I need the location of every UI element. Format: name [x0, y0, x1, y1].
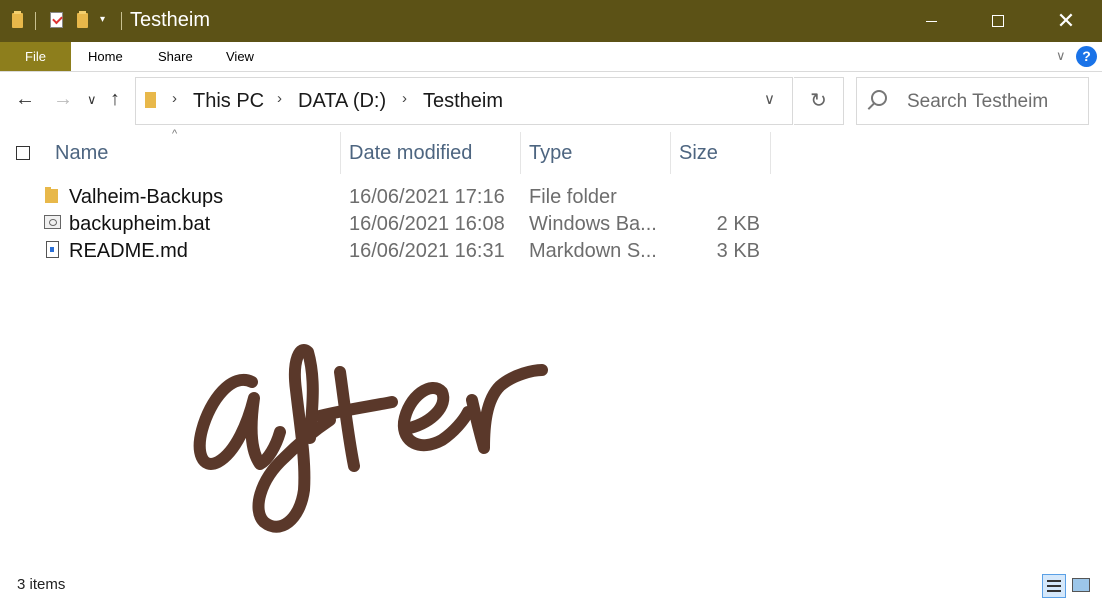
- ribbon-tabs: File Home Share View ∨ ?: [0, 42, 1102, 72]
- maximize-button[interactable]: [964, 0, 1032, 42]
- column-divider[interactable]: [520, 132, 521, 174]
- sort-ascending-icon: ^: [172, 128, 178, 140]
- customize-quick-access-chevron-icon[interactable]: ▾: [100, 14, 105, 25]
- file-row[interactable]: Valheim-Backups 16/06/2021 17:16 File fo…: [0, 184, 780, 211]
- handwritten-after-annotation: [193, 344, 548, 533]
- expand-ribbon-chevron-icon[interactable]: ∨: [1056, 48, 1066, 64]
- column-header-name[interactable]: Name: [55, 142, 108, 165]
- refresh-button[interactable]: ↻: [794, 77, 844, 125]
- folder-icon: [45, 187, 58, 203]
- tab-file[interactable]: File: [0, 42, 71, 71]
- search-input[interactable]: Search Testheim: [907, 91, 1048, 113]
- title-separator: [121, 12, 122, 30]
- recent-locations-chevron-icon[interactable]: ∨: [87, 92, 97, 108]
- breadcrumb-data-drive[interactable]: DATA (D:): [298, 90, 386, 113]
- maximize-icon: [992, 15, 1004, 27]
- status-item-count: 3 items: [17, 576, 66, 593]
- column-divider[interactable]: [340, 132, 341, 174]
- folder-icon[interactable]: [12, 11, 23, 28]
- breadcrumb-this-pc[interactable]: This PC: [193, 90, 264, 113]
- close-button[interactable]: ✕: [1032, 0, 1100, 42]
- refresh-icon: ↻: [810, 90, 827, 112]
- window-title: Testheim: [130, 9, 211, 31]
- select-all-checkbox[interactable]: [16, 146, 30, 160]
- file-date-modified: 16/06/2021 17:16: [349, 186, 505, 208]
- file-row[interactable]: backupheim.bat 16/06/2021 16:08 Windows …: [0, 211, 780, 238]
- file-row[interactable]: README.md 16/06/2021 16:31 Markdown S...…: [0, 238, 780, 265]
- quick-access-separator: [35, 12, 36, 30]
- file-name: README.md: [69, 240, 188, 262]
- breadcrumb-separator-icon[interactable]: ›: [172, 90, 177, 107]
- new-folder-icon[interactable]: [77, 11, 88, 28]
- file-name: Valheim-Backups: [69, 186, 224, 208]
- tab-view[interactable]: View: [226, 42, 254, 71]
- file-type: Windows Ba...: [529, 213, 657, 235]
- column-header-type[interactable]: Type: [529, 142, 572, 165]
- search-box[interactable]: Search Testheim: [856, 77, 1089, 125]
- file-name: backupheim.bat: [69, 213, 211, 235]
- file-date-modified: 16/06/2021 16:31: [349, 240, 505, 262]
- up-button[interactable]: ↑: [110, 88, 120, 111]
- tab-home[interactable]: Home: [88, 42, 123, 71]
- back-button[interactable]: ←: [15, 88, 35, 111]
- properties-icon[interactable]: [50, 12, 63, 28]
- column-header-size[interactable]: Size: [679, 142, 718, 165]
- markdown-file-icon: [46, 241, 59, 258]
- tab-share[interactable]: Share: [158, 42, 193, 71]
- search-icon: [871, 90, 887, 106]
- close-icon: ✕: [1056, 8, 1076, 33]
- column-header-date-modified[interactable]: Date modified: [349, 142, 472, 165]
- file-type: File folder: [529, 186, 617, 208]
- large-icons-view-icon[interactable]: [1070, 574, 1094, 598]
- file-size: 2 KB: [716, 213, 760, 235]
- column-divider[interactable]: [770, 132, 771, 174]
- breadcrumb-testheim[interactable]: Testheim: [423, 90, 503, 113]
- forward-button[interactable]: →: [53, 88, 73, 111]
- breadcrumb-separator-icon[interactable]: ›: [402, 90, 407, 107]
- address-bar[interactable]: › This PC › DATA (D:) › Testheim ∨: [135, 77, 793, 125]
- help-icon[interactable]: ?: [1076, 46, 1097, 67]
- file-size: 3 KB: [716, 240, 760, 262]
- file-type: Markdown S...: [529, 240, 657, 262]
- address-history-chevron-icon[interactable]: ∨: [764, 90, 775, 108]
- title-bar: ▾ Testheim ✕: [0, 0, 1102, 42]
- folder-icon: [145, 92, 156, 108]
- batch-file-icon: [44, 215, 61, 229]
- breadcrumb-separator-icon[interactable]: ›: [277, 90, 282, 107]
- minimize-button[interactable]: [897, 0, 965, 42]
- details-view-icon[interactable]: [1042, 574, 1066, 598]
- column-divider[interactable]: [670, 132, 671, 174]
- minimize-icon: [925, 20, 937, 22]
- file-date-modified: 16/06/2021 16:08: [349, 213, 505, 235]
